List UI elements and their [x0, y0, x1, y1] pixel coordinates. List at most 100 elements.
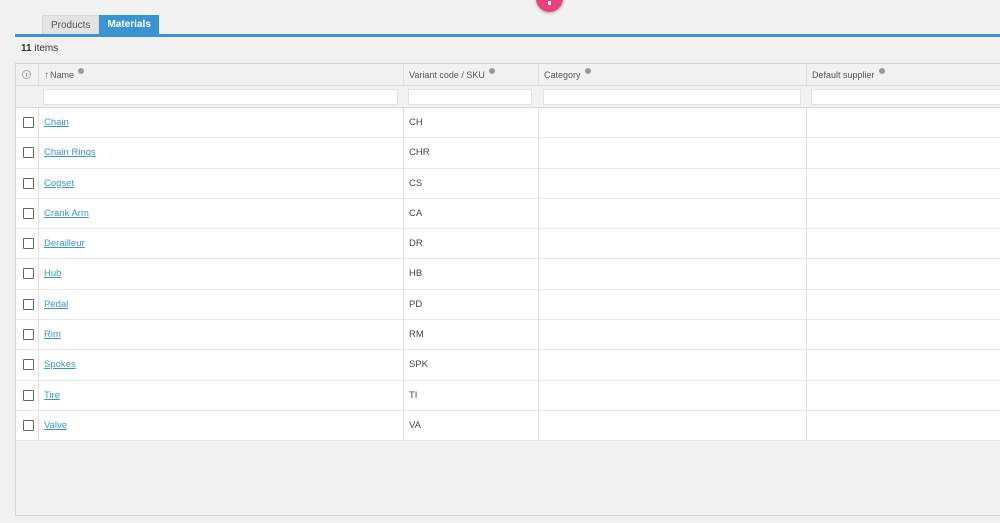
header-info-cell	[16, 64, 38, 85]
column-header-category[interactable]: Category	[538, 64, 806, 85]
sku-cell: CHR	[403, 138, 538, 168]
row-select-cell	[16, 138, 38, 167]
category-cell	[538, 108, 806, 138]
info-icon	[78, 68, 85, 74]
table-header: ↑Name Variant code / SKU Category Defaul…	[16, 64, 1000, 86]
row-select-cell	[16, 290, 38, 319]
category-cell	[538, 138, 806, 168]
material-name-link[interactable]: Crank Arm	[44, 208, 89, 219]
sku-cell: DR	[403, 229, 538, 259]
tab-products[interactable]: Products	[42, 15, 100, 34]
column-header-name[interactable]: ↑Name	[38, 64, 403, 85]
category-cell	[538, 259, 806, 289]
row-select-cell	[16, 199, 38, 228]
row-select-cell	[16, 229, 38, 258]
supplier-cell	[806, 108, 1000, 138]
table-row[interactable]: Tire TI	[16, 380, 1000, 411]
row-checkbox[interactable]	[23, 298, 34, 310]
tab-materials[interactable]: Materials	[99, 15, 159, 34]
name-cell: Cogset	[38, 168, 403, 198]
table-row[interactable]: Chain CH	[16, 108, 1000, 139]
table-row[interactable]: Crank Arm CA	[16, 198, 1000, 230]
sku-value: CHR	[409, 147, 430, 159]
category-cell	[538, 410, 806, 441]
sku-cell: CH	[403, 108, 538, 138]
supplier-cell	[806, 410, 1000, 441]
table-row[interactable]: Chain Rings CHR	[16, 138, 1000, 169]
category-cell	[538, 229, 806, 259]
supplier-cell	[806, 198, 1000, 229]
row-select-cell	[16, 411, 38, 440]
row-checkbox[interactable]	[23, 268, 34, 280]
sku-value: RM	[409, 329, 424, 341]
name-cell: Hub	[38, 259, 403, 289]
sku-cell: VA	[403, 410, 538, 441]
material-name-link[interactable]: Pedal	[44, 299, 68, 310]
table-row[interactable]: Valve VA	[16, 410, 1000, 442]
material-name-link[interactable]: Chain	[44, 117, 69, 128]
material-name-link[interactable]: Rim	[44, 329, 61, 340]
sku-cell: SPK	[403, 350, 538, 380]
sku-cell: CS	[403, 168, 538, 198]
category-cell	[538, 168, 806, 198]
sku-value: HB	[409, 268, 423, 280]
name-cell: Spokes	[38, 350, 403, 380]
tab-underline	[15, 34, 1000, 37]
material-name-link[interactable]: Hub	[44, 268, 61, 279]
name-cell: Tire	[38, 380, 403, 410]
name-cell: Derailleur	[38, 229, 403, 259]
supplier-cell	[806, 350, 1000, 380]
sku-cell: PD	[403, 289, 538, 320]
sort-ascending-icon: ↑	[44, 70, 49, 81]
sku-filter-input[interactable]	[408, 89, 532, 105]
category-cell	[538, 198, 806, 229]
supplier-cell	[806, 138, 1000, 168]
row-checkbox[interactable]	[23, 147, 34, 159]
table-row[interactable]: Derailleur DR	[16, 229, 1000, 260]
info-icon	[584, 68, 591, 74]
table-body: Chain CH Chain Rings CHR Cogset CS Crank Arm CA…	[16, 108, 1000, 442]
row-select-cell	[16, 320, 38, 349]
row-checkbox[interactable]	[23, 329, 34, 341]
sku-value: SPK	[409, 359, 429, 371]
info-icon	[878, 68, 885, 74]
table-row[interactable]: Pedal PD	[16, 289, 1000, 321]
category-cell	[538, 320, 806, 350]
info-circle-icon[interactable]	[22, 70, 31, 79]
row-checkbox[interactable]	[23, 419, 34, 431]
table-row[interactable]: Hub HB	[16, 259, 1000, 290]
sku-cell: TI	[403, 380, 538, 410]
row-checkbox[interactable]	[23, 117, 34, 128]
tab-bar: Products Materials	[42, 15, 159, 34]
row-checkbox[interactable]	[23, 177, 34, 189]
row-checkbox[interactable]	[23, 207, 34, 219]
row-checkbox[interactable]	[23, 359, 34, 371]
category-filter-input[interactable]	[543, 89, 801, 105]
materials-table: ↑Name Variant code / SKU Category Defaul…	[15, 63, 1000, 516]
name-cell: Chain Rings	[38, 138, 403, 168]
sku-value: CS	[409, 177, 423, 189]
material-name-link[interactable]: Tire	[44, 390, 60, 401]
column-header-sku[interactable]: Variant code / SKU	[403, 64, 538, 85]
supplier-cell	[806, 259, 1000, 289]
table-row[interactable]: Spokes SPK	[16, 350, 1000, 381]
filter-row	[16, 86, 1000, 108]
name-filter-input[interactable]	[43, 89, 398, 105]
table-row[interactable]: Rim RM	[16, 320, 1000, 351]
material-name-link[interactable]: Derailleur	[44, 238, 85, 249]
row-checkbox[interactable]	[23, 238, 34, 250]
sku-value: CH	[409, 117, 423, 128]
material-name-link[interactable]: Cogset	[44, 178, 74, 189]
table-row[interactable]: Cogset CS	[16, 168, 1000, 199]
column-header-supplier[interactable]: Default supplier	[806, 64, 1000, 85]
supplier-filter-input[interactable]	[811, 89, 1000, 105]
sku-value: TI	[409, 389, 418, 401]
sku-value: CA	[409, 207, 423, 219]
row-checkbox[interactable]	[23, 389, 34, 401]
material-name-link[interactable]: Chain Rings	[44, 147, 96, 158]
sku-value: PD	[409, 298, 423, 310]
sku-cell: RM	[403, 320, 538, 350]
material-name-link[interactable]: Spokes	[44, 359, 76, 370]
material-name-link[interactable]: Valve	[44, 420, 67, 431]
add-floating-button[interactable]	[536, 0, 563, 12]
